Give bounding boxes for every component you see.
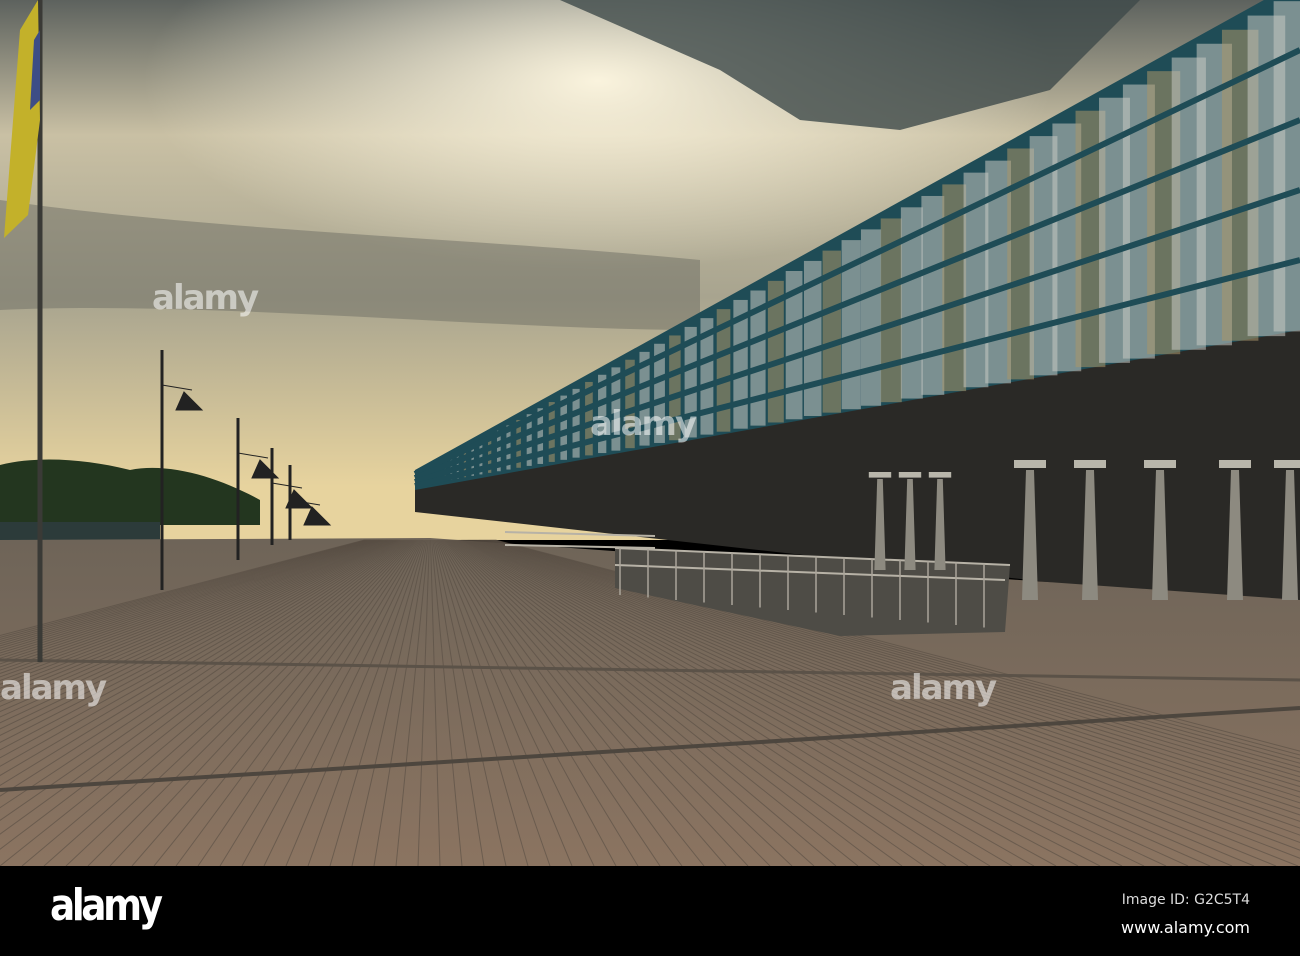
stock-photo: alamy alamy alamy alamy alamy Image ID: … <box>0 0 1300 956</box>
alamy-logo: alamy <box>50 880 163 931</box>
watermark: alamy <box>590 404 697 444</box>
footer-bar: alamy Image ID: G2C5T4 www.alamy.com <box>0 866 1300 956</box>
website-link[interactable]: www.alamy.com <box>1121 918 1250 937</box>
image-id: Image ID: G2C5T4 <box>1121 892 1250 908</box>
watermark: alamy <box>152 278 259 318</box>
watermark: alamy <box>0 668 107 708</box>
watermark: alamy <box>890 668 997 708</box>
